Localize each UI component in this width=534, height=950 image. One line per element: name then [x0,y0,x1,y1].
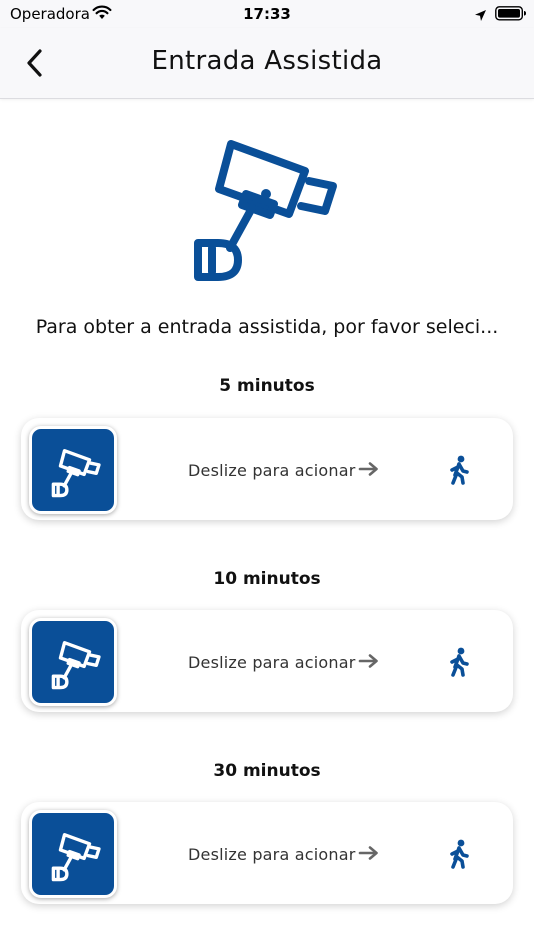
instruction-text: Para obter a entrada assistida, por favo… [35,316,499,338]
swipe-label: Deslize para acionar [188,845,356,864]
swipe-slider[interactable]: Deslize para acionar [21,418,513,520]
duration-label: 10 minutos [213,569,321,589]
slider-handle[interactable] [29,618,117,706]
security-camera-icon [51,833,101,882]
navigation-bar: Entrada Assistida [0,28,534,99]
swipe-label: Deslize para acionar [188,653,356,672]
walking-person-icon [447,839,471,873]
security-camera-icon [51,449,101,498]
slider-handle[interactable] [29,426,117,514]
walking-person-icon [447,647,471,681]
slider-handle[interactable] [29,810,117,898]
battery-icon [495,6,527,25]
security-camera-icon [51,641,101,690]
swipe-slider[interactable]: Deslize para acionar [21,802,513,904]
duration-label: 30 minutos [213,761,321,781]
arrow-right-icon [358,461,380,481]
walking-person-icon [447,455,471,489]
security-camera-icon [188,136,342,284]
arrow-right-icon [358,653,380,673]
duration-label: 5 minutos [219,376,315,396]
page-title: Entrada Assistida [151,46,383,76]
clock-time: 17:33 [243,5,291,23]
arrow-right-icon [358,845,380,865]
location-arrow-icon [474,7,487,26]
swipe-label: Deslize para acionar [188,461,356,480]
status-bar: Operadora 17:33 [0,0,534,28]
swipe-slider[interactable]: Deslize para acionar [21,610,513,712]
